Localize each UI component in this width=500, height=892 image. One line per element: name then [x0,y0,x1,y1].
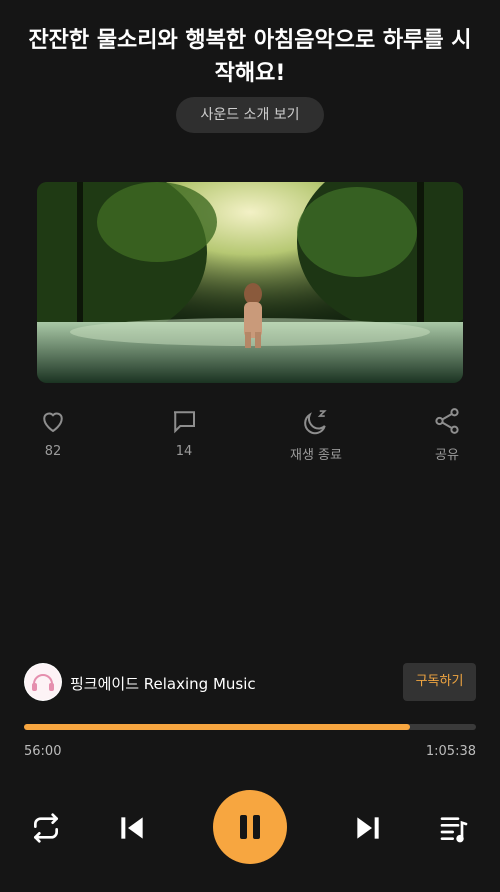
playlist-button[interactable] [438,812,470,848]
comment-icon [174,411,195,434]
comment-count: 14 [175,444,193,459]
channel-row: 핑크에이드 Relaxing Music 구독하기 [24,663,476,703]
page-title: 잔잔한 물소리와 행복한 아침음악으로 하루를 시작해요! [28,28,472,86]
previous-button[interactable] [116,812,148,848]
like-action[interactable]: 82 [13,406,93,459]
sleep-timer-icon [304,410,327,435]
next-icon [357,817,379,839]
sound-intro-button[interactable]: 사운드 소개 보기 [176,97,324,133]
next-button[interactable] [352,812,384,848]
share-icon [435,408,459,434]
cover-artwork [37,182,463,383]
total-duration: 1:05:38 [425,744,476,759]
like-count: 82 [44,444,62,459]
repeat-icon [34,813,58,843]
progress-fill [24,724,410,730]
subscribe-button[interactable]: 구독하기 [403,663,476,701]
pause-button[interactable] [213,790,287,864]
channel-name[interactable]: 핑크에이드 Relaxing Music [70,673,256,694]
share-action[interactable]: 공유 [407,406,487,463]
comment-action[interactable]: 14 [144,406,224,459]
repeat-button[interactable] [30,812,62,848]
action-bar: 82 14 재생 종료 공유 [0,406,500,466]
channel-avatar[interactable] [24,663,62,701]
pause-icon [240,815,260,839]
heart-icon [43,412,63,433]
sleep-timer-label: 재생 종료 [290,448,342,463]
elapsed-time: 56:00 [24,744,62,759]
sleep-timer-action[interactable]: 재생 종료 [276,406,356,463]
progress-bar[interactable] [24,724,476,730]
previous-icon [121,817,143,839]
playback-controls [0,790,500,870]
share-label: 공유 [435,448,459,463]
playlist-icon [440,817,468,843]
